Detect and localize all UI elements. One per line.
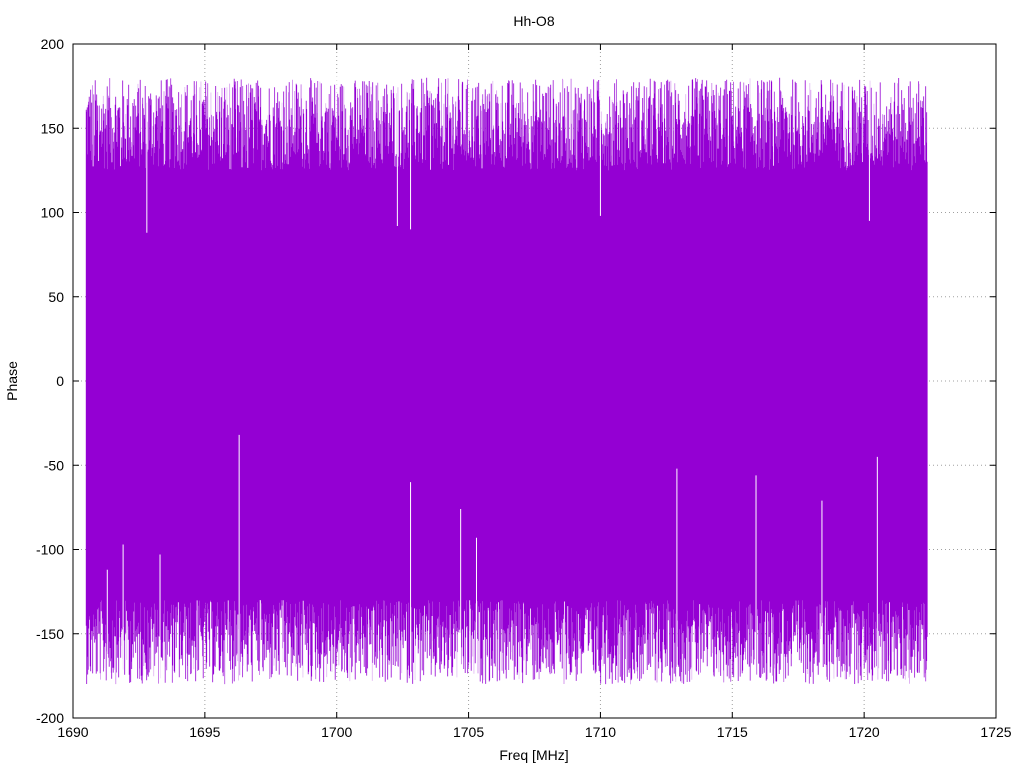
x-tick-label: 1710: [585, 724, 616, 740]
chart-title: Hh-O8: [513, 13, 554, 29]
y-tick-label: 150: [41, 120, 65, 136]
y-tick-label: 50: [48, 289, 64, 305]
x-tick-label: 1720: [849, 724, 880, 740]
y-tick-label: -200: [36, 710, 64, 726]
x-tick-label: 1695: [189, 724, 220, 740]
phase-chart: 1690 1695 1700 1705 1710 1715 1720 1725 -200 -150…: [0, 0, 1024, 768]
y-tick-label: -100: [36, 542, 64, 558]
y-tick-label: 100: [41, 205, 65, 221]
x-tick-label: 1725: [980, 724, 1011, 740]
x-tick-label: 1715: [717, 724, 748, 740]
series-phase: [85, 76, 928, 686]
y-tick-label: 0: [56, 373, 64, 389]
y-tick-label: -150: [36, 626, 64, 642]
y-axis-label: Phase: [4, 361, 20, 401]
x-axis-label: Freq [MHz]: [499, 747, 568, 763]
y-tick-label: -50: [44, 457, 64, 473]
plot-area: [85, 76, 928, 686]
x-tick-label: 1690: [57, 724, 88, 740]
series-phase-lines: [85, 77, 928, 685]
y-tick-label: 200: [41, 36, 65, 52]
x-tick-label: 1700: [321, 724, 352, 740]
x-tick-label: 1705: [453, 724, 484, 740]
